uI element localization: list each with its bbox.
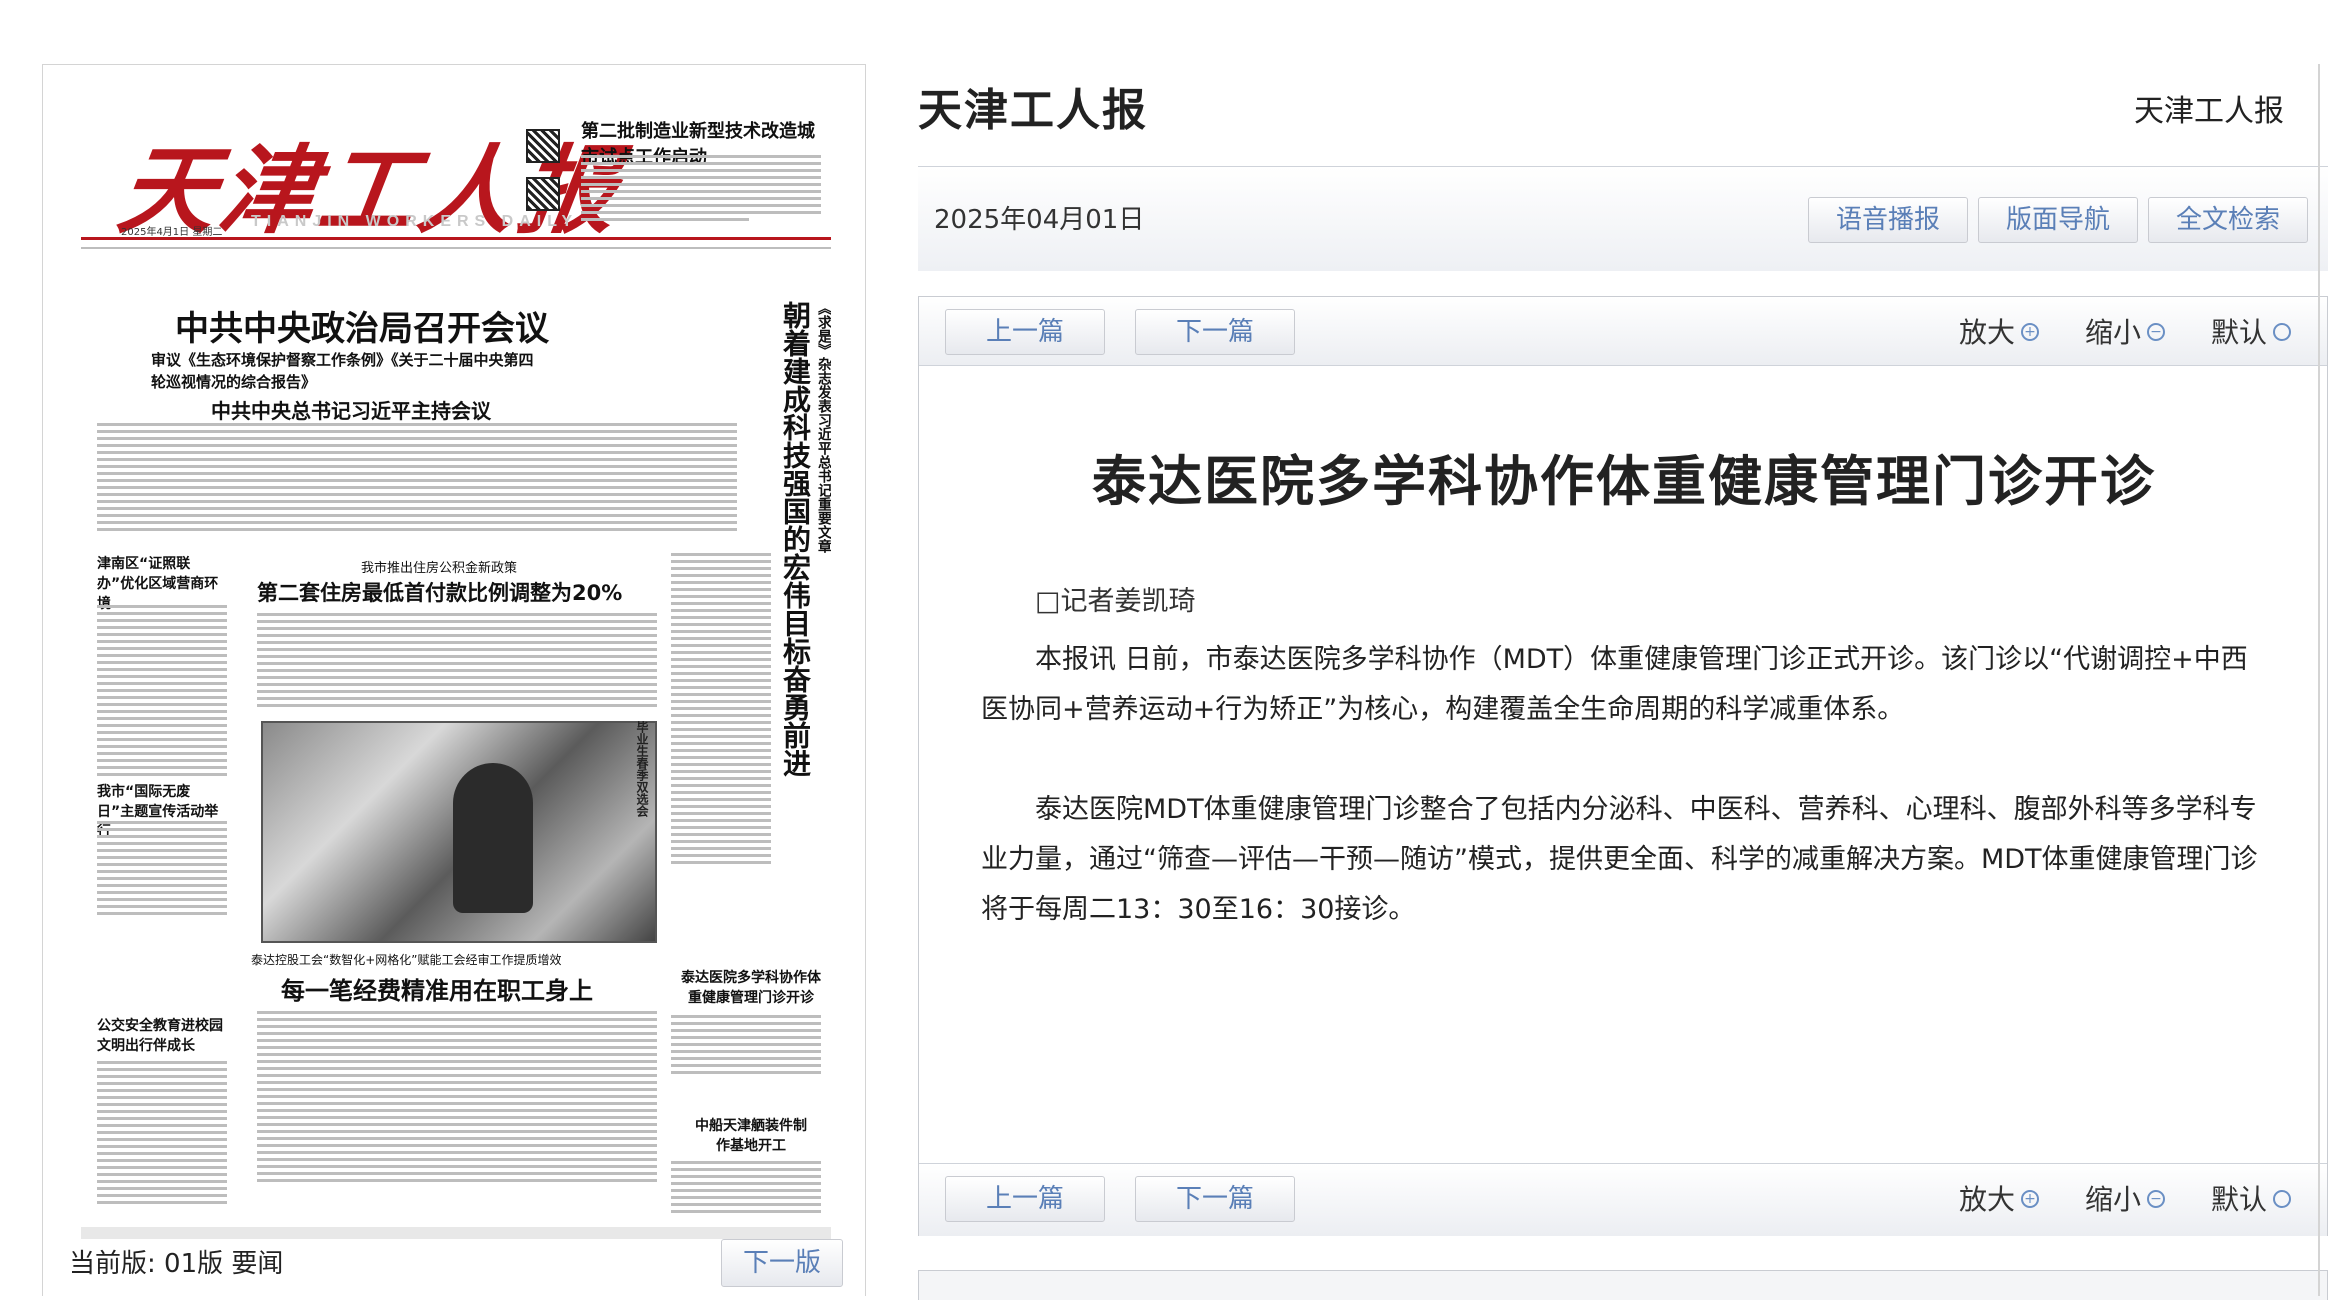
newspaper-logo-english: TIANJIN WORKERS DAILY xyxy=(251,213,579,230)
left-story-3-text xyxy=(97,1061,227,1208)
zoom-in-control-bottom[interactable]: 放大 + xyxy=(1959,1178,2040,1218)
zoom-default-control[interactable]: 默认 xyxy=(2211,311,2292,351)
housing-kicker: 我市推出住房公积金新政策 xyxy=(361,561,518,576)
zoom-out-control-bottom[interactable]: 缩小 − xyxy=(2085,1178,2166,1218)
news-photo xyxy=(261,721,657,943)
zoom-out-label: 缩小 xyxy=(2085,316,2142,349)
left-story-1-text xyxy=(97,605,227,780)
left-story-3-headline: 公交安全教育进校园文明出行伴成长 xyxy=(97,1018,223,1054)
zoom-default-control-bottom[interactable]: 默认 xyxy=(2211,1178,2292,1218)
article-paragraph-1: 本报讯 日前，市泰达医院多学科协作（MDT）体重健康管理门诊正式开诊。该门诊以“… xyxy=(981,644,2248,725)
main-headline: 中共中央政治局召开会议 xyxy=(175,309,549,349)
qr-code-icon xyxy=(526,129,560,163)
circle-icon xyxy=(2273,323,2292,341)
prev-article-button[interactable]: 上一篇 xyxy=(945,309,1105,355)
top-story-text xyxy=(581,155,821,225)
circle-icon xyxy=(2273,1190,2292,1208)
tteda-story-headline: 泰达医院多学科协作体重健康管理门诊开诊 xyxy=(681,970,821,1006)
housing-headline: 第二套住房最低首付款比例调整为20% xyxy=(257,581,623,605)
page-navigation-button[interactable]: 版面导航 xyxy=(1978,197,2138,243)
masthead: 天津工人报 TIANJIN WORKERS DAILY 第二批制造业新型技术改造… xyxy=(81,105,831,247)
newspaper-preview-panel: 天津工人报 TIANJIN WORKERS DAILY 第二批制造业新型技术改造… xyxy=(42,64,866,1296)
zoom-in-label: 放大 xyxy=(1959,1183,2016,1216)
union-kicker: 泰达控股工会“数智化+网格化”赋能工会经审工作提质增效 xyxy=(251,953,562,967)
current-edition-label: 当前版: 01版 要闻 xyxy=(69,1249,284,1279)
zoom-in-label: 放大 xyxy=(1959,316,2016,349)
date-bar: 2025年04月01日 语音播报 版面导航 全文检索 xyxy=(918,166,2328,271)
masthead-date: 2025年4月1日 星期二 xyxy=(121,227,223,238)
article-panel: 天津工人报 天津工人报 2025年04月01日 语音播报 版面导航 全文检索 上… xyxy=(918,64,2332,1296)
ship-story-headline: 中船天津舾装件制作基地开工 xyxy=(695,1118,807,1154)
zoom-out-control[interactable]: 缩小 − xyxy=(2085,311,2166,351)
masthead-rule xyxy=(81,237,831,240)
plus-circle-icon: + xyxy=(2021,323,2040,341)
article-paragraph-2: 泰达医院MDT体重健康管理门诊整合了包括内分泌科、中医科、营养科、心理科、腹部外… xyxy=(981,794,2258,925)
ship-story-text xyxy=(671,1161,821,1217)
page-scrollbar-edge xyxy=(2318,64,2320,1296)
article-container: 上一篇 下一篇 放大 + 缩小 − 默认 泰达医院多学科协作体重健康管理门诊开诊 □… xyxy=(918,296,2328,1236)
next-article-button[interactable]: 下一篇 xyxy=(1135,309,1295,355)
left-story-2-text xyxy=(97,821,227,919)
zoom-in-control[interactable]: 放大 + xyxy=(1959,311,2040,351)
subheadline-1: 审议《生态环境保护督察工作条例》《关于二十届中央第四 xyxy=(151,351,534,369)
tteda-story-text xyxy=(671,1015,821,1078)
subheadline-2: 轮巡视情况的综合报告》 xyxy=(151,373,317,391)
main-story-text xyxy=(97,423,737,535)
next-article-button-bottom[interactable]: 下一篇 xyxy=(1135,1176,1295,1222)
site-title: 天津工人报 xyxy=(918,85,1148,136)
qr-code-icon xyxy=(526,177,560,211)
left-story-1-headline: 津南区“证照联办”优化区域营商环境 xyxy=(97,556,219,612)
vertical-headline: 朝着建成科技强国的宏伟目标奋勇前进 xyxy=(779,301,812,777)
zoom-default-label: 默认 xyxy=(2211,1183,2268,1216)
article-reporter: □记者姜凯琦 xyxy=(1035,586,1196,617)
zoom-default-label: 默认 xyxy=(2211,316,2268,349)
site-title-right[interactable]: 天津工人报 xyxy=(2134,86,2284,130)
right-column-text xyxy=(671,553,771,868)
next-edition-button[interactable]: 下一版 xyxy=(721,1239,843,1287)
minus-circle-icon: − xyxy=(2147,1190,2166,1208)
vertical-kicker: 《求是》杂志发表习近平总书记重要文章 xyxy=(816,301,831,553)
full-text-search-button[interactable]: 全文检索 xyxy=(2148,197,2308,243)
prev-article-button-bottom[interactable]: 上一篇 xyxy=(945,1176,1105,1222)
union-story-text xyxy=(257,1011,657,1186)
subheadline-3: 中共中央总书记习近平主持会议 xyxy=(211,399,491,423)
minus-circle-icon: − xyxy=(2147,323,2166,341)
article-title: 泰达医院多学科协作体重健康管理门诊开诊 xyxy=(1092,450,2156,513)
issue-date: 2025年04月01日 xyxy=(934,205,1145,235)
masthead-info-line xyxy=(81,247,831,257)
plus-circle-icon: + xyxy=(2021,1190,2040,1208)
newspaper-footer-bar xyxy=(81,1227,831,1239)
zoom-out-label: 缩小 xyxy=(2085,1183,2142,1216)
housing-story-text xyxy=(257,613,657,711)
newspaper-page-image[interactable]: 天津工人报 TIANJIN WORKERS DAILY 第二批制造业新型技术改造… xyxy=(81,105,831,1245)
voice-broadcast-button[interactable]: 语音播报 xyxy=(1808,197,1968,243)
photo-caption: 毕业生春季双选会 xyxy=(635,721,649,817)
article-toolbar-top: 上一篇 下一篇 放大 + 缩小 − 默认 xyxy=(919,297,2327,366)
article-toolbar-bottom: 上一篇 下一篇 放大 + 缩小 − 默认 xyxy=(919,1163,2327,1236)
union-headline: 每一笔经费精准用在职工身上 xyxy=(281,977,593,1005)
